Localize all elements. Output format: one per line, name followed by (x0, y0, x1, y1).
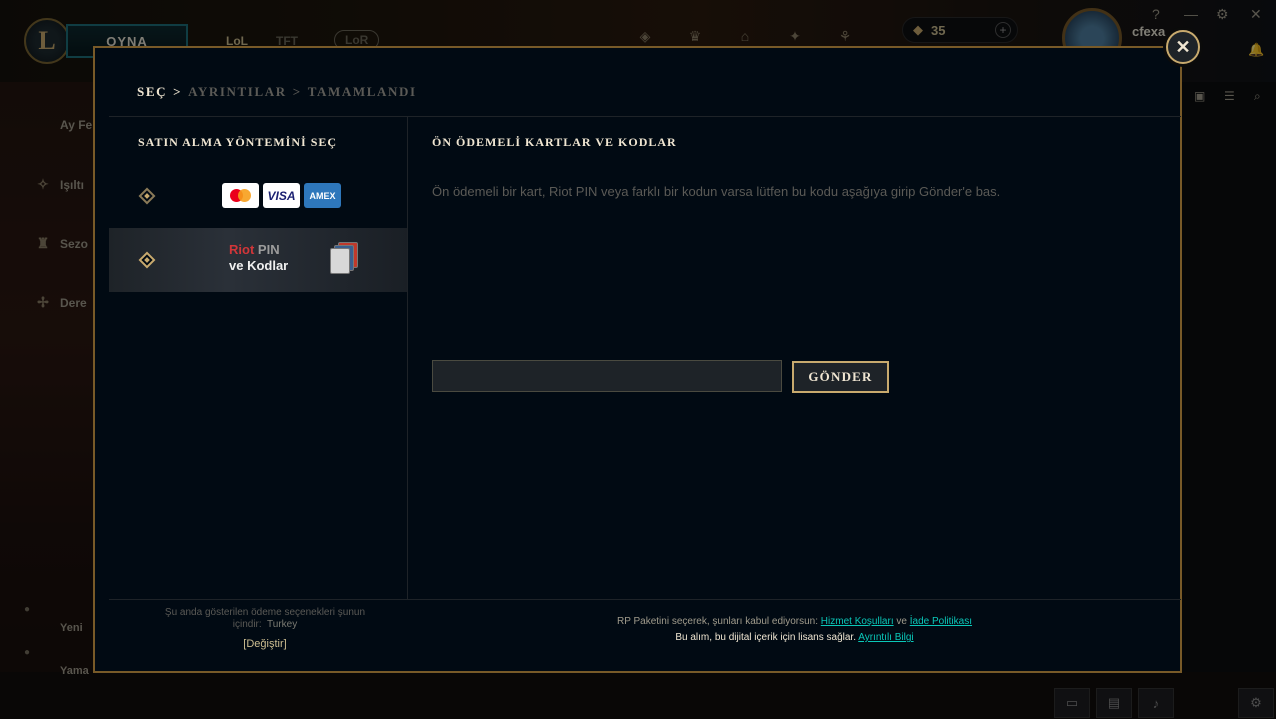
submit-button[interactable]: GÖNDER (792, 361, 889, 393)
prepaid-cards-title: ÖN ÖDEMELİ KARTLAR VE KODLAR (432, 135, 677, 149)
riot-pin-label: Riot PIN ve Kodlar (229, 242, 288, 274)
region-country: Turkey (267, 619, 298, 630)
pin-text: PIN (257, 242, 280, 257)
sidebar-item-label: Sezo (60, 236, 89, 251)
sidebar-item-label: Dere (60, 295, 87, 310)
breadcrumb: SEÇ > AYRINTILAR > TAMAMLANDI (137, 84, 417, 100)
rp-balance[interactable]: ◆ 35 + (902, 17, 1018, 43)
window-close-icon[interactable]: ✕ (1250, 6, 1262, 23)
riot-text: Riot (229, 242, 255, 257)
region-info-line1: Şu anda gösterilen ödeme seçenekleri şun… (164, 607, 366, 618)
mastercard-icon (222, 183, 259, 208)
legal-line2: Bu alım, bu dijital içerik için lisans s… (408, 630, 1181, 646)
refund-policy-link[interactable]: İade Politikası (910, 616, 972, 627)
radio-diamond-icon (138, 251, 156, 269)
sidebar-item-2[interactable]: ♜ Sezo (34, 235, 88, 252)
divider (109, 116, 1181, 117)
rp-coin-icon: ◆ (913, 22, 923, 37)
code-input[interactable] (432, 360, 782, 392)
region-info: Şu anda gösterilen ödeme seçenekleri şun… (109, 607, 421, 631)
visa-icon: VISA (263, 183, 300, 208)
add-folder-icon[interactable]: ▣ (1194, 89, 1205, 103)
sidebar-item-0[interactable]: Ay Fe (60, 118, 92, 132)
notification-bell-icon[interactable]: 🔔 (1248, 42, 1264, 58)
clash-nav-icon[interactable]: ✦ (784, 28, 806, 46)
sidebar-item-label: Ay Fe (60, 118, 93, 132)
bullet-icon: ● (24, 647, 31, 658)
collection-nav-icon[interactable]: ♛ (684, 28, 706, 46)
breadcrumb-step-complete: TAMAMLANDI (307, 84, 417, 99)
payment-method-credit-cards[interactable]: VISA AMEX (109, 164, 407, 228)
add-rp-icon[interactable]: + (995, 22, 1011, 38)
bullet-icon: ● (24, 604, 31, 615)
crest-icon: ♜ (36, 235, 50, 251)
prepaid-cards-icon (330, 242, 360, 274)
purchase-modal: SEÇ > AYRINTILAR > TAMAMLANDI SATIN ALMA YÖN… (93, 46, 1182, 673)
legal-notice: RP Paketini seçerek, şunları kabul ediyo… (408, 614, 1181, 646)
profile-nav-icon[interactable]: ◈ (634, 28, 656, 46)
league-logo-icon[interactable]: L (24, 18, 70, 64)
chat-icon[interactable]: ▭ (1054, 688, 1090, 718)
list-view-icon[interactable]: ☰ (1224, 89, 1235, 103)
legal-prefix: RP Paketini seçerek, şunları kabul ediyo… (616, 616, 819, 627)
region-info-prefix: içindir: (232, 619, 262, 630)
card-logos: VISA AMEX (222, 183, 341, 208)
region-info-line2: içindir: Turkey (109, 619, 421, 631)
minimize-icon[interactable]: — (1184, 6, 1198, 22)
friends-icon[interactable]: ▤ (1096, 688, 1132, 718)
codes-text: ve Kodlar (229, 258, 289, 273)
payment-method-title: SATIN ALMA YÖNTEMİNİ SEÇ (138, 135, 338, 149)
sidebar-item-label: Işıltı (60, 177, 85, 192)
terms-of-service-link[interactable]: Hizmet Koşulları (821, 616, 894, 627)
store-nav-icon[interactable]: ⚘ (834, 28, 856, 46)
client-right-panel (1180, 82, 1276, 719)
help-icon[interactable]: ? (1152, 6, 1160, 22)
loot-nav-icon[interactable]: ⌂ (734, 28, 756, 46)
amex-icon: AMEX (304, 183, 341, 208)
sidebar-item-3[interactable]: ✢ Dere (34, 294, 87, 311)
bug-report-icon[interactable]: ⚙ (1238, 688, 1274, 718)
legal-line1: RP Paketini seçerek, şunları kabul ediyo… (408, 614, 1181, 630)
breadcrumb-step-select: SEÇ (137, 84, 168, 99)
breadcrumb-separator: > (292, 84, 302, 99)
sidebar-item-1[interactable]: ✧ Işıltı (34, 176, 84, 193)
sparkle-icon: ✧ (37, 176, 49, 192)
breadcrumb-separator: > (173, 84, 183, 99)
radio-diamond-icon (138, 187, 156, 205)
username: cfexa (1132, 24, 1166, 39)
voice-icon[interactable]: ♪ (1138, 688, 1174, 718)
legal-and: ve (896, 616, 907, 627)
prepaid-cards-description: Ön ödemeli bir kart, Riot PIN veya farkl… (432, 184, 1001, 199)
sidebar-patch-item[interactable]: Yama (60, 665, 89, 677)
close-icon[interactable]: ✕ (1166, 30, 1200, 64)
license-text: Bu alım, bu dijital içerik için lisans s… (675, 632, 856, 643)
payment-method-riot-pin[interactable]: Riot PIN ve Kodlar (109, 228, 407, 292)
search-icon[interactable]: ⌕ (1254, 89, 1261, 104)
change-region-link[interactable]: [Değiştir] (109, 638, 421, 650)
breadcrumb-step-details: AYRINTILAR (188, 84, 287, 99)
settings-gear-icon[interactable]: ⚙ (1216, 6, 1229, 23)
more-info-link[interactable]: Ayrıntılı Bilgi (858, 632, 913, 643)
wings-icon: ✢ (37, 294, 49, 310)
rp-amount: 35 (931, 22, 946, 38)
divider (407, 116, 408, 600)
divider (109, 599, 1181, 600)
sidebar-news-item[interactable]: Yeni (60, 622, 83, 634)
